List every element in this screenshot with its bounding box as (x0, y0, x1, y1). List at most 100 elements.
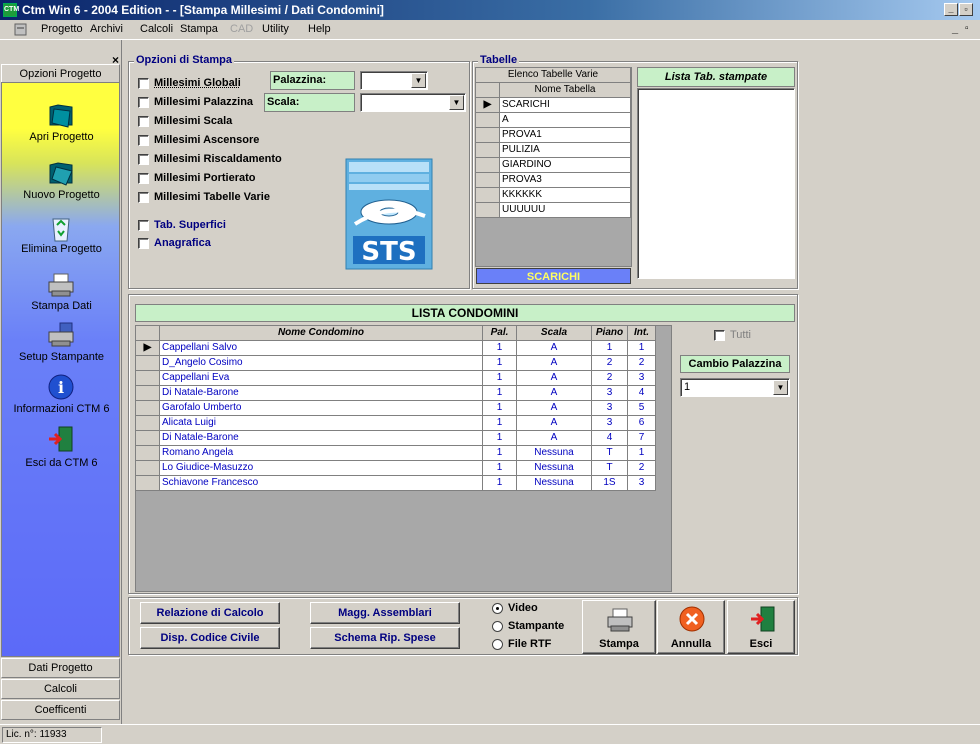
cell-int[interactable]: 1 (628, 341, 656, 356)
tabelle-row-selector[interactable] (476, 128, 500, 143)
cell-piano[interactable]: 1 (592, 341, 628, 356)
cell-piano[interactable]: T (592, 446, 628, 461)
cell-nome[interactable]: Di Natale-Barone (160, 431, 483, 446)
cell-int[interactable]: 2 (628, 356, 656, 371)
checkbox-millesimi-ascensore[interactable] (138, 135, 149, 146)
checkbox-millesimi-globali[interactable] (138, 78, 149, 89)
cambio-palazzina-dropdown-icon[interactable]: ▼ (773, 380, 788, 395)
relazione-calcolo-button[interactable]: Relazione di Calcolo (140, 602, 280, 624)
cell-scala[interactable]: A (517, 341, 592, 356)
condomini-row-selector[interactable] (136, 401, 160, 416)
cell-int[interactable]: 1 (628, 446, 656, 461)
mdi-doc-icon[interactable] (14, 23, 28, 36)
printer-icon[interactable] (46, 271, 76, 299)
cell-piano[interactable]: 3 (592, 416, 628, 431)
cell-int[interactable]: 2 (628, 461, 656, 476)
cell-piano[interactable]: 3 (592, 386, 628, 401)
sidebar-item-apri-progetto[interactable]: Apri Progetto (2, 131, 121, 143)
cell-int[interactable]: 7 (628, 431, 656, 446)
cell-piano[interactable]: 2 (592, 371, 628, 386)
tabelle-row-selector[interactable] (476, 113, 500, 128)
tabelle-row[interactable]: GIARDINO (500, 158, 631, 173)
condomini-row-selector[interactable] (136, 386, 160, 401)
sidebar-item-setup-stampante[interactable]: Setup Stampante (2, 351, 121, 363)
cell-pal[interactable]: 1 (483, 356, 517, 371)
sidebar-item-informazioni[interactable]: Informazioni CTM 6 (2, 403, 121, 415)
sidebar-item-esci[interactable]: Esci da CTM 6 (2, 457, 121, 469)
recycle-bin-icon[interactable] (46, 215, 76, 243)
cell-pal[interactable]: 1 (483, 341, 517, 356)
condomini-row-selector[interactable] (136, 356, 160, 371)
exit-door-icon[interactable] (46, 425, 76, 453)
cell-pal[interactable]: 1 (483, 401, 517, 416)
col-int[interactable]: Int. (628, 326, 656, 341)
esci-button[interactable]: Esci (727, 600, 795, 654)
sidebar-item-elimina-progetto[interactable]: Elimina Progetto (2, 243, 121, 255)
checkbox-millesimi-scala[interactable] (138, 116, 149, 127)
condomini-row-selector[interactable]: ▶ (136, 341, 160, 356)
cell-pal[interactable]: 1 (483, 476, 517, 491)
tabelle-row[interactable]: PROVA1 (500, 128, 631, 143)
scala-dropdown-icon[interactable]: ▼ (449, 95, 464, 110)
sidebar-item-nuovo-progetto[interactable]: Nuovo Progetto (2, 189, 121, 201)
cell-pal[interactable]: 1 (483, 416, 517, 431)
stampa-button[interactable]: Stampa (582, 600, 656, 654)
cell-nome[interactable]: Garofalo Umberto (160, 401, 483, 416)
checkbox-anagrafica[interactable] (138, 238, 149, 249)
mdi-minimize-icon[interactable]: _ (952, 23, 958, 35)
app-icon[interactable]: CTM (3, 3, 19, 17)
scala-select[interactable]: ▼ (360, 93, 466, 112)
cell-nome[interactable]: Di Natale-Barone (160, 386, 483, 401)
cell-nome[interactable]: Schiavone Francesco (160, 476, 483, 491)
cell-nome[interactable]: Cappellani Salvo (160, 341, 483, 356)
cell-piano[interactable]: T (592, 461, 628, 476)
condomini-row-selector[interactable] (136, 446, 160, 461)
sidebar-tab-calcoli[interactable]: Calcoli (1, 679, 120, 699)
cell-scala[interactable]: A (517, 416, 592, 431)
tabelle-row-selector[interactable] (476, 143, 500, 158)
lista-tab-stampate-list[interactable] (637, 88, 795, 279)
menu-help[interactable]: Help (308, 23, 331, 35)
magg-assemblari-button[interactable]: Magg. Assemblari (310, 602, 460, 624)
cell-nome[interactable]: Romano Angela (160, 446, 483, 461)
folder-open-icon[interactable] (46, 101, 76, 129)
palazzina-select[interactable]: ▼ (360, 71, 428, 90)
schema-rip-spese-button[interactable]: Schema Rip. Spese (310, 627, 460, 649)
cell-int[interactable]: 3 (628, 476, 656, 491)
checkbox-millesimi-riscaldamento[interactable] (138, 154, 149, 165)
cell-piano[interactable]: 2 (592, 356, 628, 371)
condomini-row-selector[interactable] (136, 416, 160, 431)
menu-calcoli[interactable]: Calcoli (140, 23, 173, 35)
mdi-restore-icon[interactable]: ▫ (965, 23, 969, 34)
cell-piano[interactable]: 1S (592, 476, 628, 491)
checkbox-millesimi-portierato[interactable] (138, 173, 149, 184)
printer-setup-icon[interactable] (46, 321, 76, 349)
col-pal[interactable]: Pal. (483, 326, 517, 341)
condomini-row-selector[interactable] (136, 431, 160, 446)
cell-scala[interactable]: A (517, 401, 592, 416)
cell-nome[interactable]: Lo Giudice-Masuzzo (160, 461, 483, 476)
cambio-palazzina-select[interactable]: 1 ▼ (680, 378, 790, 397)
tabelle-row-selector[interactable] (476, 188, 500, 203)
cell-nome[interactable]: D_Angelo Cosimo (160, 356, 483, 371)
cell-nome[interactable]: Alicata Luigi (160, 416, 483, 431)
cell-scala[interactable]: Nessuna (517, 461, 592, 476)
cell-int[interactable]: 6 (628, 416, 656, 431)
cell-nome[interactable]: Cappellani Eva (160, 371, 483, 386)
cell-piano[interactable]: 4 (592, 431, 628, 446)
sidebar-close-icon[interactable]: × (112, 53, 119, 67)
sidebar-tab-coefficenti[interactable]: Coefficenti (1, 700, 120, 720)
condomini-row-selector[interactable] (136, 461, 160, 476)
menu-stampa[interactable]: Stampa (180, 23, 218, 35)
cell-scala[interactable]: A (517, 371, 592, 386)
tabelle-row[interactable]: PULIZIA (500, 143, 631, 158)
condomini-row-selector[interactable] (136, 476, 160, 491)
checkbox-millesimi-tabelle-varie[interactable] (138, 192, 149, 203)
cell-int[interactable]: 5 (628, 401, 656, 416)
tabelle-row[interactable]: PROVA3 (500, 173, 631, 188)
radio-stampante[interactable] (492, 621, 503, 632)
sidebar-item-stampa-dati[interactable]: Stampa Dati (2, 300, 121, 312)
cell-pal[interactable]: 1 (483, 461, 517, 476)
disp-codice-civile-button[interactable]: Disp. Codice Civile (140, 627, 280, 649)
col-nome-condomino[interactable]: Nome Condomino (160, 326, 483, 341)
